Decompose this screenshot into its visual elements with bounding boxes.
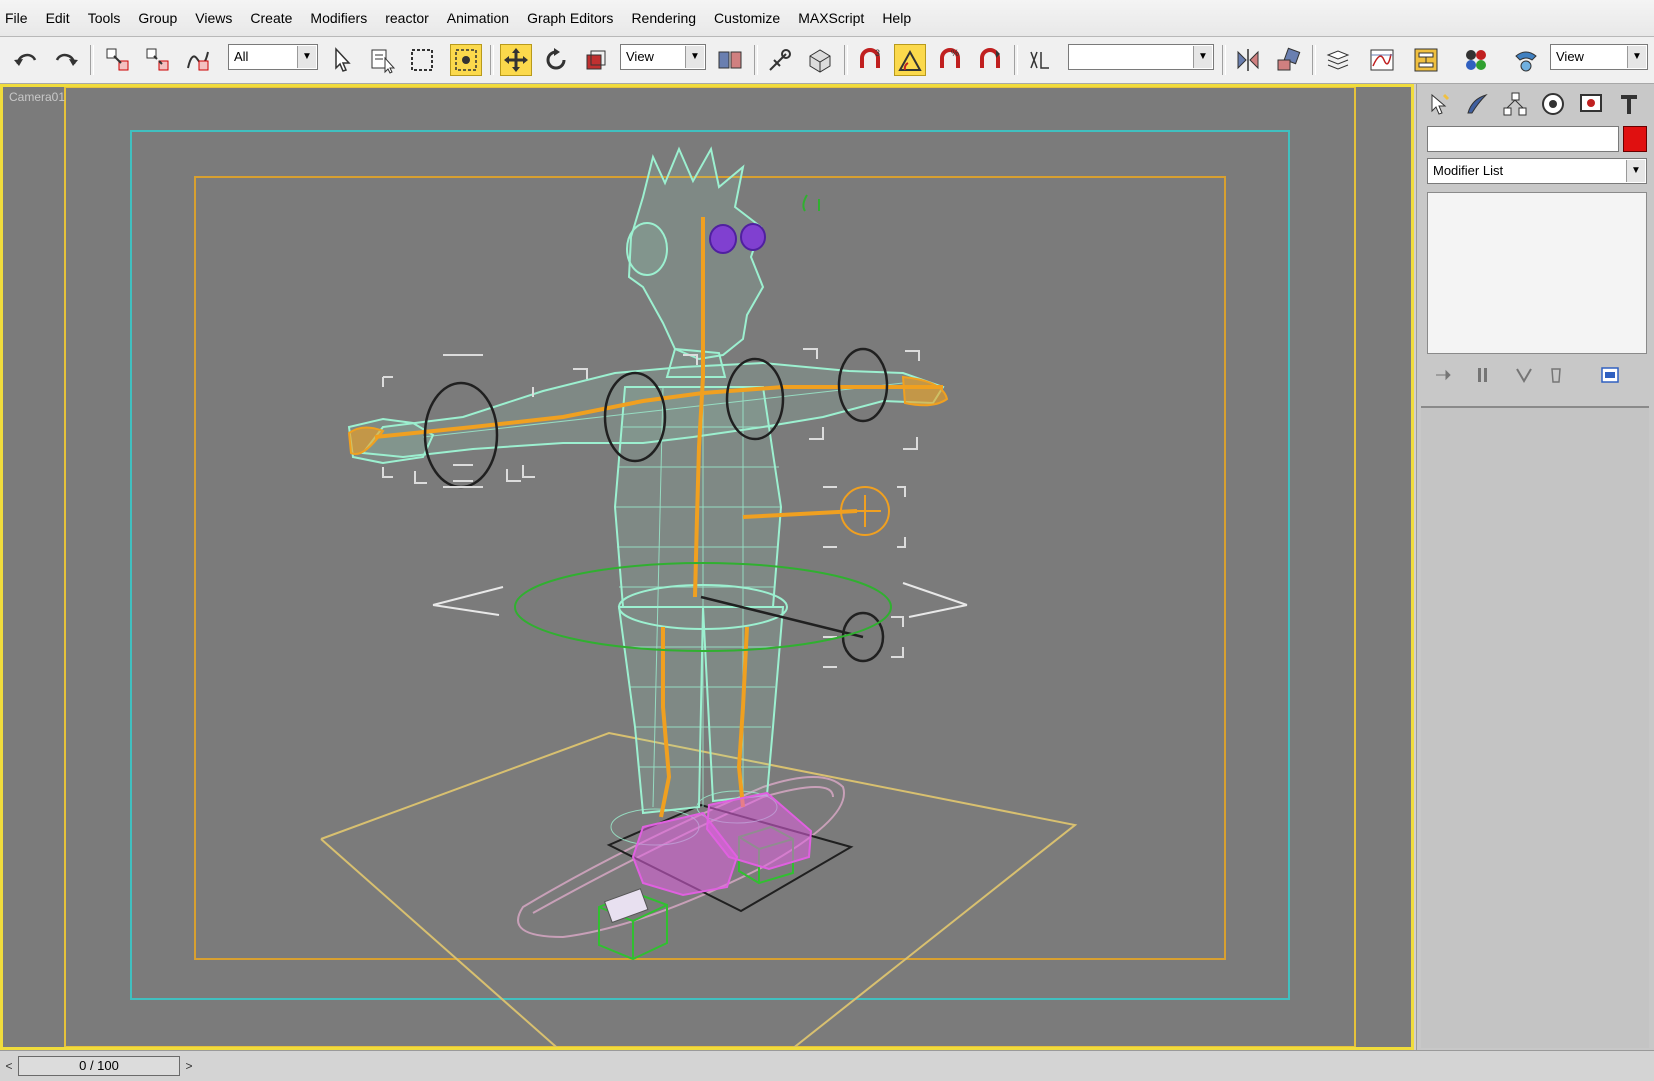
select-object-icon[interactable] [326, 44, 358, 76]
select-and-rotate-icon[interactable] [540, 44, 572, 76]
curve-editor-icon[interactable] [1366, 44, 1398, 76]
make-unique-icon[interactable] [1511, 362, 1537, 388]
hierarchy-tab-icon[interactable] [1499, 88, 1531, 120]
modifier-list-label: Modifier List [1433, 163, 1504, 178]
modifier-stack[interactable] [1427, 192, 1647, 354]
schematic-view-icon[interactable] [1410, 44, 1442, 76]
show-end-result-icon[interactable] [1471, 362, 1497, 388]
motion-tab-icon[interactable] [1537, 88, 1569, 120]
render-view-value: View [1556, 49, 1584, 64]
pin-stack-icon[interactable] [1431, 362, 1457, 388]
reference-coordinate-dropdown[interactable]: View ▼ [620, 44, 706, 70]
select-and-manipulate-icon[interactable] [764, 44, 796, 76]
angle-snap-icon[interactable] [894, 44, 926, 76]
rectangular-selection-icon[interactable] [406, 44, 438, 76]
select-by-name-icon[interactable] [366, 44, 398, 76]
chevron-down-icon: ▼ [1193, 46, 1212, 68]
time-slider-next[interactable]: > [182, 1056, 196, 1076]
snaps-toggle-icon[interactable]: 3 [854, 44, 886, 76]
menu-views[interactable]: Views [186, 10, 241, 26]
undo-icon[interactable] [10, 44, 42, 76]
select-and-link-icon[interactable] [102, 44, 134, 76]
menu-rendering[interactable]: Rendering [622, 10, 705, 26]
modifier-stack-tools [1427, 360, 1647, 390]
viewport-label[interactable]: Camera01 [9, 90, 65, 104]
menu-create[interactable]: Create [241, 10, 301, 26]
mirror-icon[interactable] [1232, 44, 1264, 76]
time-slider-prev[interactable]: < [2, 1056, 16, 1076]
camera-viewport[interactable]: Camera01 [0, 84, 1414, 1050]
chevron-down-icon: ▼ [1627, 46, 1646, 68]
time-slider-thumb[interactable]: 0 / 100 [18, 1056, 180, 1076]
menu-animation[interactable]: Animation [438, 10, 518, 26]
scene-canvas[interactable] [3, 87, 1414, 1050]
unlink-icon[interactable] [142, 44, 174, 76]
keyboard-shortcut-override-icon[interactable] [804, 44, 836, 76]
percent-snap-icon[interactable]: % [934, 44, 966, 76]
main-toolbar: All ▼ View ▼ 3 % ▼ View ▼ [0, 37, 1654, 84]
layer-manager-icon[interactable] [1322, 44, 1354, 76]
bind-to-space-warp-icon[interactable] [182, 44, 214, 76]
svg-text:3: 3 [875, 48, 880, 58]
character-mesh [347, 146, 945, 815]
select-and-scale-icon[interactable] [580, 44, 612, 76]
reference-coordinate-value: View [626, 49, 654, 64]
helper-marker [802, 194, 820, 212]
utilities-tab-icon[interactable] [1613, 88, 1645, 120]
command-panel: Modifier List ▼ [1416, 84, 1654, 1050]
material-editor-icon[interactable] [1460, 44, 1492, 76]
window-crossing-icon[interactable] [450, 44, 482, 76]
render-setup-icon[interactable] [1510, 44, 1542, 76]
modify-tab-icon[interactable] [1461, 88, 1493, 120]
svg-text:%: % [951, 48, 959, 58]
menu-maxscript[interactable]: MAXScript [789, 10, 873, 26]
menu-graph-editors[interactable]: Graph Editors [518, 10, 622, 26]
menu-reactor[interactable]: reactor [376, 10, 438, 26]
command-panel-rollout [1421, 406, 1649, 1048]
display-tab-icon[interactable] [1575, 88, 1607, 120]
named-selection-dropdown[interactable]: ▼ [1068, 44, 1214, 70]
chevron-down-icon: ▼ [1626, 160, 1645, 182]
configure-modifier-sets-icon[interactable] [1597, 362, 1623, 388]
modifier-list-dropdown[interactable]: Modifier List ▼ [1427, 158, 1647, 184]
chevron-down-icon: ▼ [297, 46, 316, 68]
menu-edit[interactable]: Edit [37, 10, 79, 26]
selection-filter-dropdown[interactable]: All ▼ [228, 44, 318, 70]
select-and-move-icon[interactable] [500, 44, 532, 76]
object-name-field[interactable] [1427, 126, 1619, 152]
time-slider-bar: < 0 / 100 > [0, 1050, 1654, 1081]
redo-icon[interactable] [50, 44, 82, 76]
menu-modifiers[interactable]: Modifiers [301, 10, 376, 26]
chevron-down-icon: ▼ [685, 46, 704, 68]
menu-group[interactable]: Group [129, 10, 186, 26]
menu-customize[interactable]: Customize [705, 10, 789, 26]
right-hand [901, 375, 949, 407]
menu-tools[interactable]: Tools [79, 10, 130, 26]
render-view-dropdown[interactable]: View ▼ [1550, 44, 1648, 70]
use-pivot-center-icon[interactable] [714, 44, 746, 76]
create-tab-icon[interactable] [1423, 88, 1455, 120]
remove-modifier-icon[interactable] [1543, 362, 1569, 388]
menu-bar: File Edit Tools Group Views Create Modifiers re… [0, 0, 1654, 37]
spinner-snap-icon[interactable] [974, 44, 1006, 76]
edit-named-selection-icon[interactable] [1024, 44, 1056, 76]
object-color-swatch[interactable] [1623, 126, 1647, 152]
align-icon[interactable] [1272, 44, 1304, 76]
menu-file[interactable]: File [0, 10, 37, 26]
selection-filter-value: All [234, 49, 249, 64]
menu-help[interactable]: Help [873, 10, 920, 26]
